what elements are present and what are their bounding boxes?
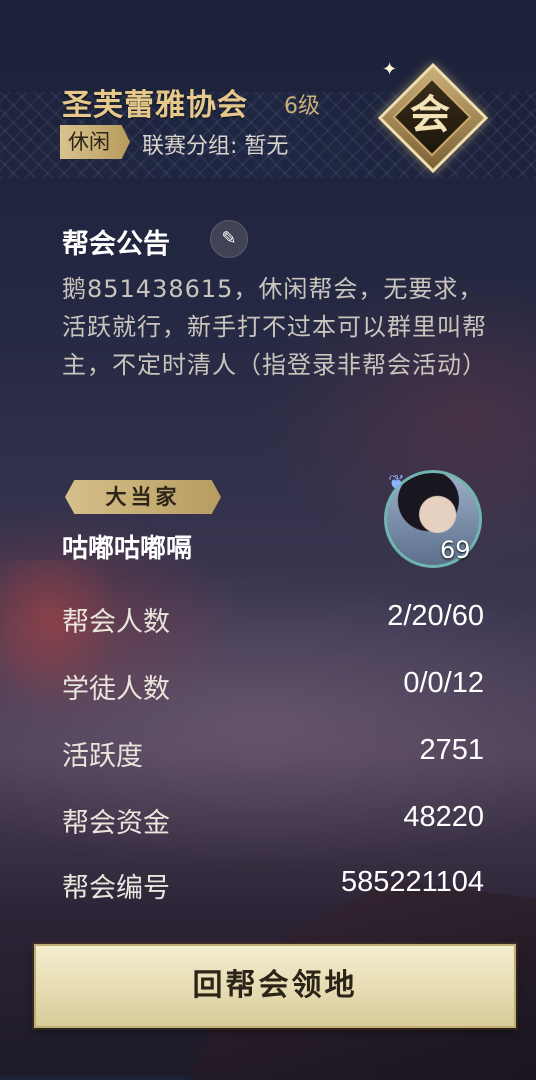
league-group: 联赛分组: 暂无 (142, 134, 289, 159)
stat-value: 2751 (419, 734, 484, 766)
stat-label: 活跃度 (62, 741, 143, 772)
stat-row-members: 帮会人数 2/20/60 (62, 600, 484, 640)
guild-level: 6级 (284, 94, 320, 119)
pencil-icon: ✎ (221, 228, 237, 249)
stat-row-funds: 帮会资金 48220 (62, 801, 484, 841)
notice-body: 鹅851438615，休闲帮会，无要求，活跃就行，新手打不过本可以群里叫帮主，不… (62, 275, 487, 379)
stat-value: 48220 (403, 801, 484, 833)
stat-row-activity: 活跃度 2751 (62, 734, 484, 774)
stat-label: 帮会资金 (62, 808, 170, 839)
mode-tag: 休闲 (60, 125, 130, 159)
leader-tag: 大当家 (65, 480, 221, 514)
stat-value: 0/0/12 (403, 667, 484, 699)
stat-label: 帮会编号 (62, 873, 170, 904)
emblem-glyph: 会 (410, 92, 450, 138)
avatar-level: 69 (440, 536, 471, 564)
stat-label: 学徒人数 (62, 674, 170, 705)
sparkle-icon: ✦ (382, 59, 398, 80)
stat-row-apprentices: 学徒人数 0/0/12 (62, 667, 484, 707)
stat-label: 帮会人数 (62, 607, 170, 638)
spirit-flame-icon: ❦ (388, 470, 405, 494)
notice-title: 帮会公告 (62, 229, 170, 260)
guild-emblem-icon: 会 ✦ (377, 59, 489, 174)
stat-value: 2/20/60 (387, 600, 484, 632)
stat-value: 585221104 (340, 866, 484, 898)
return-to-territory-button[interactable]: 回帮会领地 (34, 944, 516, 1028)
stat-row-guild-id: 帮会编号 585221104 (62, 866, 484, 906)
leader-name: 咕嘟咕嘟嗝 (62, 534, 193, 564)
edit-notice-button[interactable]: ✎ (210, 220, 248, 258)
guild-name: 圣芙蕾雅协会 (62, 88, 248, 123)
